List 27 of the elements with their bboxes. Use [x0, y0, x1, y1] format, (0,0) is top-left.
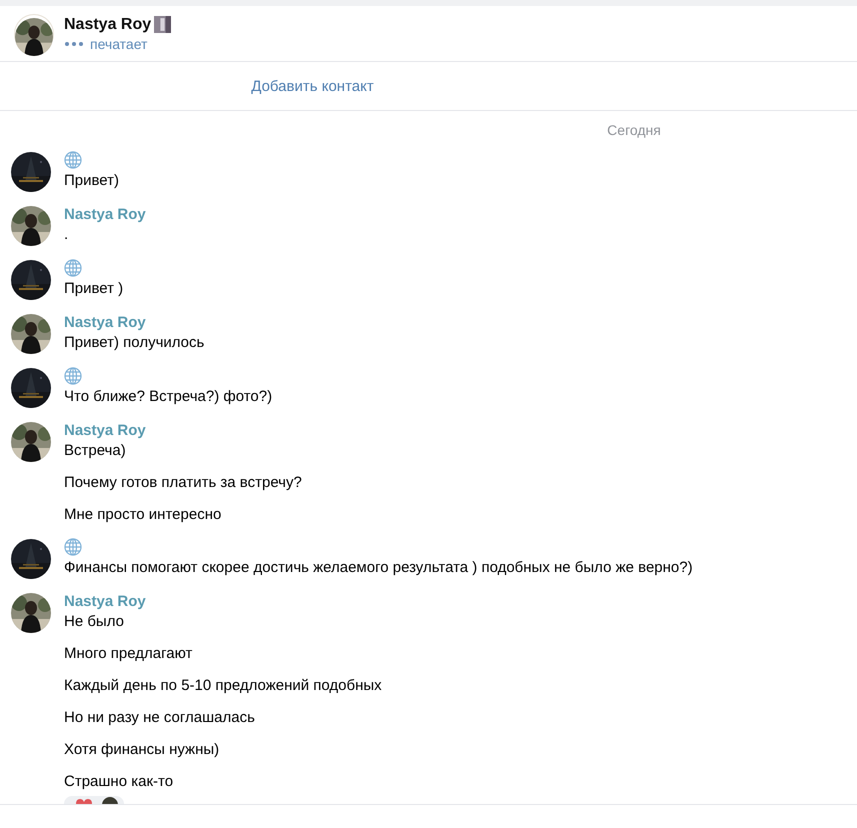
- date-label: Сегодня: [607, 122, 661, 138]
- sender-name[interactable]: Nastya Roy: [64, 206, 146, 222]
- globe-icon: [64, 367, 82, 385]
- message-text: .: [64, 225, 70, 245]
- message-text: Что ближе? Встреча?) фото?): [64, 387, 272, 407]
- message-text: Но ни разу не соглашалась: [64, 708, 256, 728]
- message-text: Много предлагают: [64, 644, 194, 664]
- message-text: Финансы помогают скорее достичь желаемого результата ) подобных не было же верно?): [64, 558, 693, 578]
- message-text: Каждый день по 5-10 предложений подобных: [64, 676, 382, 696]
- sender-name[interactable]: Nastya Roy: [64, 314, 146, 330]
- message-text: Привет) получилось: [64, 333, 204, 353]
- sender-name[interactable]: Nastya Roy: [64, 422, 146, 438]
- contact-name: Nastya Roy: [64, 16, 152, 34]
- globe-icon: [64, 538, 82, 556]
- message-text: Не было: [64, 612, 125, 632]
- globe-icon: [64, 259, 82, 277]
- message-text: Привет ): [64, 279, 124, 299]
- message-text: Почему готов платить за встречу?: [64, 473, 302, 493]
- sender-name[interactable]: Nastya Roy: [64, 592, 146, 610]
- message-text: Мне просто интересно: [64, 505, 222, 525]
- message-text: Привет): [64, 171, 120, 191]
- message-text: Хотя финансы нужны): [64, 740, 220, 760]
- message-text: Встреча): [64, 441, 127, 461]
- message-text: Страшно как-то: [64, 772, 174, 792]
- typing-status: печатает: [90, 36, 148, 52]
- globe-icon: [64, 151, 82, 169]
- add-contact-link[interactable]: Добавить контакт: [251, 78, 374, 94]
